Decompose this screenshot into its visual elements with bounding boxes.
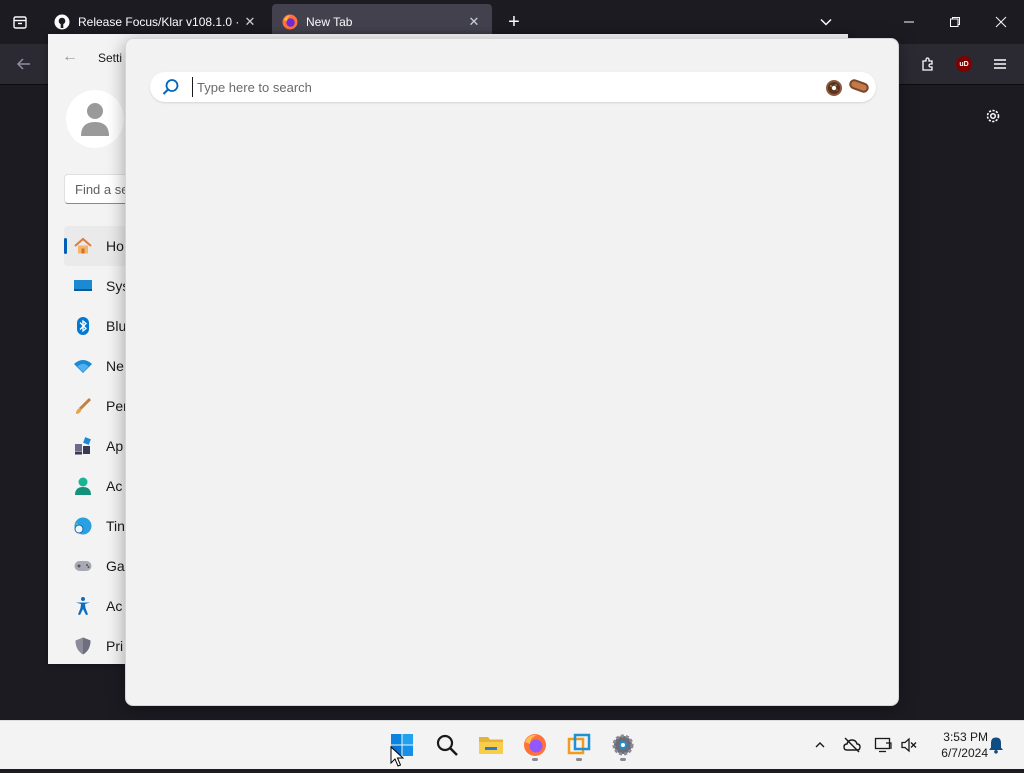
running-indicator: [620, 758, 626, 761]
start-search-flyout: [125, 38, 899, 706]
volume-muted-icon[interactable]: [899, 735, 919, 755]
github-icon: [54, 14, 70, 30]
mouse-cursor-icon: [390, 745, 405, 768]
firefox-icon: [282, 14, 298, 30]
search-box[interactable]: [150, 72, 876, 102]
restore-icon[interactable]: [932, 0, 978, 44]
clock-time: 3:53 PM: [943, 730, 988, 744]
nav-item-label: Pri: [106, 638, 124, 654]
firefox-icon[interactable]: [517, 727, 553, 763]
notification-bell-icon[interactable]: [986, 735, 1006, 755]
tab-title: Release Focus/Klar v108.1.0 · m: [78, 15, 242, 29]
running-indicator: [532, 758, 538, 761]
bluetooth-icon: [72, 315, 94, 337]
window-title: Setti: [98, 51, 123, 65]
network-icon: [72, 355, 94, 377]
time-language-icon: [72, 515, 94, 537]
accessibility-icon: [72, 595, 94, 617]
user-avatar-icon[interactable]: [66, 90, 124, 148]
extensions-puzzle-icon[interactable]: [916, 52, 940, 76]
newtab-settings-gear-icon[interactable]: [981, 104, 1005, 128]
search-input[interactable]: [192, 77, 817, 97]
menu-hamburger-icon[interactable]: [988, 52, 1012, 76]
system-clock[interactable]: 3:53 PM 6/7/2024: [926, 729, 988, 761]
chevron-up-icon[interactable]: [810, 735, 830, 755]
nav-item-label: Ga: [106, 558, 125, 574]
search-highlight-doughnut-icon: [824, 78, 870, 96]
close-window-icon[interactable]: [978, 0, 1024, 44]
nav-item-label: Blu: [106, 318, 127, 334]
back-arrow-icon[interactable]: [12, 52, 36, 76]
running-indicator: [576, 758, 582, 761]
search-icon[interactable]: [429, 727, 465, 763]
settings-icon[interactable]: [605, 727, 641, 763]
nav-item-label: Ac: [106, 478, 123, 494]
accounts-icon: [72, 475, 94, 497]
file-explorer-icon[interactable]: [473, 727, 509, 763]
ublock-origin-icon[interactable]: uD: [952, 52, 976, 76]
nav-item-label: Ne: [106, 358, 124, 374]
personalization-icon: [72, 395, 94, 417]
close-icon[interactable]: ✕: [466, 14, 482, 30]
clock-date: 6/7/2024: [941, 746, 988, 760]
chevron-down-icon[interactable]: [814, 10, 838, 34]
search-icon: [162, 78, 180, 96]
home-icon: [72, 235, 94, 257]
shield-icon: [72, 635, 94, 657]
nav-item-label: Tin: [106, 518, 125, 534]
new-tab-plus-icon[interactable]: +: [502, 10, 526, 34]
taskbar: 3:53 PM 6/7/2024: [0, 720, 1024, 769]
apps-icon: [72, 435, 94, 457]
tab-list-icon[interactable]: [8, 10, 32, 34]
nav-item-label: Ho: [106, 238, 124, 254]
close-icon[interactable]: ✕: [242, 14, 258, 30]
system-icon: [72, 275, 94, 297]
network-display-icon[interactable]: [873, 735, 893, 755]
nav-item-label: Ap: [106, 438, 124, 454]
gaming-icon: [72, 555, 94, 577]
tab-title: New Tab: [306, 15, 353, 29]
nav-item-label: Ac: [106, 598, 123, 614]
cloud-offline-icon[interactable]: [842, 735, 862, 755]
back-arrow-icon[interactable]: ←: [62, 48, 80, 66]
vmware-icon[interactable]: [561, 727, 597, 763]
